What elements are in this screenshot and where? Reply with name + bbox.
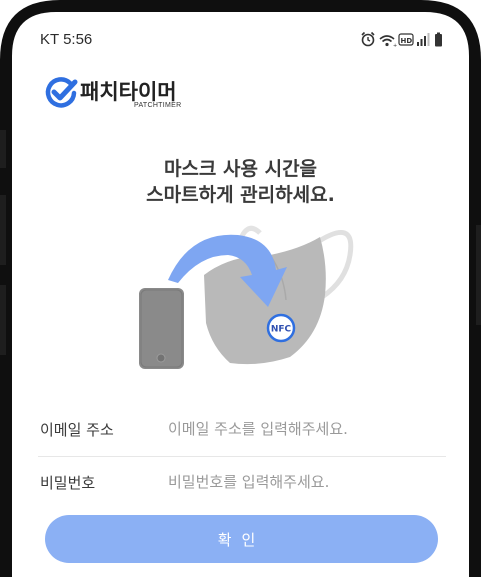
password-label: 비밀번호 [40,474,96,492]
brand-subtitle: PATCHTIMER [134,102,182,109]
password-input[interactable] [168,464,438,500]
wifi-icon: + [379,35,397,49]
field-divider [38,456,446,457]
confirm-button[interactable]: 확인 [45,515,438,563]
alarm-icon [361,31,375,47]
headline-line-1: 마스크 사용 시간을 [163,158,318,180]
svg-text:+: + [393,43,397,49]
nfc-badge: NFC [266,313,296,343]
headline: 마스크 사용 시간을 스마트하게 관리하세요. [0,156,481,208]
check-circle-logo-icon [45,77,78,108]
phone-icon [139,288,184,369]
status-bar: KT 5:56 + HD [0,0,481,80]
hd-icon: HD [398,33,414,46]
email-input[interactable] [168,411,438,447]
password-field-row: 비밀번호 [38,458,446,510]
signal-icon [417,33,430,46]
status-icons: + HD [361,31,442,49]
brand-logo: 패치타이머 PATCHTIMER [44,76,204,120]
headline-line-2: 스마트하게 관리하세요. [146,184,335,206]
email-label: 이메일 주소 [40,421,114,439]
nfc-mask-illustration: NFC [139,225,354,369]
battery-icon [435,32,442,47]
svg-text:HD: HD [401,37,413,45]
email-field-row: 이메일 주소 [38,405,446,457]
svg-text:NFC: NFC [271,325,292,335]
status-time: KT 5:56 [40,31,93,48]
